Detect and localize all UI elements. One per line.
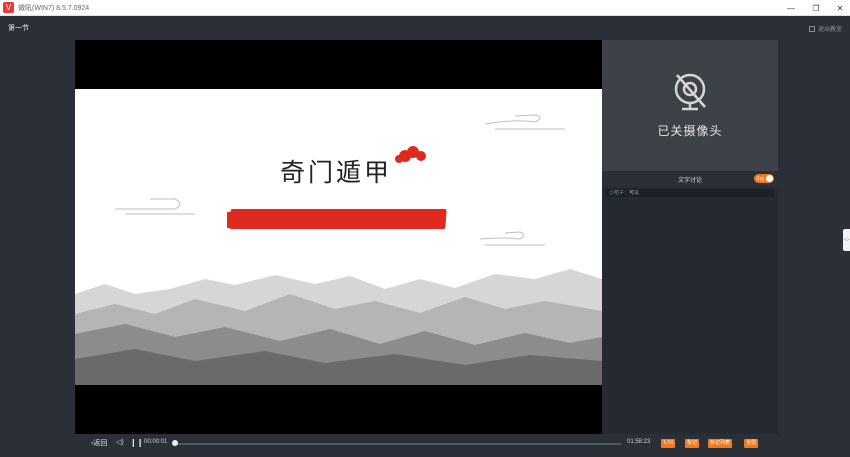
chat-title: 文字讨论 [677,178,702,184]
chat-message-user: 小桔子： [609,190,630,196]
presentation-slide: 奇门遁甲 [75,89,602,385]
right-rail [778,40,850,434]
video-player[interactable]: 奇门遁甲 [75,40,602,434]
exit-classroom-label: 退出教室 [817,27,842,33]
right-sidebar: 已关摄像头 文字讨论 开启 小桔子：可以 [602,40,778,434]
window-titlebar: V 微吼(WIN7) 8.5.7.0924 — ❐ ✕ [0,0,850,16]
exit-classroom-button[interactable]: 退出教室 [808,24,842,33]
fullscreen-button[interactable]: 全屏 [744,439,759,448]
collapse-panel-tab[interactable]: ‹ › [843,229,850,251]
slide-title: 奇门遁甲 [280,158,393,187]
restore-button[interactable]: ❐ [806,0,826,16]
total-time: 01:58:23 [627,439,651,445]
ink-mountains-illustration [75,114,602,385]
mark-button[interactable]: 标记 [685,439,700,448]
lesson-name: 第一节 [8,25,29,32]
current-time: 00:00:01 [144,439,168,445]
mark-list-button[interactable]: 标记列表 [708,439,733,448]
red-brush-stroke [229,209,447,229]
player-control-bar: ‹返回 ◁) ❙❙ 00:00:01 01:58:23 1.0X 标记 标记列表… [75,434,778,454]
volume-icon[interactable]: ◁) [116,438,124,446]
app-title: 微吼(WIN7) 8.5.7.0924 [18,4,90,12]
chat-message-list[interactable]: 小桔子：可以 [602,187,778,434]
pause-icon[interactable]: ❙❙ [130,438,143,447]
classroom-topbar: 第一节 退出教室 [0,17,850,39]
chat-message: 小桔子：可以 [606,189,774,197]
close-button[interactable]: ✕ [830,0,850,16]
exit-icon [808,25,815,32]
speed-button[interactable]: 1.0X [661,439,676,448]
camera-off-icon [674,73,706,111]
chat-toggle[interactable]: 开启 [754,174,774,183]
camera-panel: 已关摄像头 [602,40,778,171]
back-button[interactable]: ‹返回 [91,438,107,448]
chat-toggle-knob [766,175,773,182]
minimize-button[interactable]: — [781,0,801,16]
progress-track[interactable] [173,443,621,445]
chat-header: 文字讨论 开启 [602,171,778,187]
chat-toggle-label: 开启 [756,175,764,181]
progress-knob[interactable] [172,440,179,446]
chat-message-text: 可以 [629,190,640,196]
app-logo-icon: V [3,2,14,13]
camera-status-text: 已关摄像头 [657,124,723,138]
